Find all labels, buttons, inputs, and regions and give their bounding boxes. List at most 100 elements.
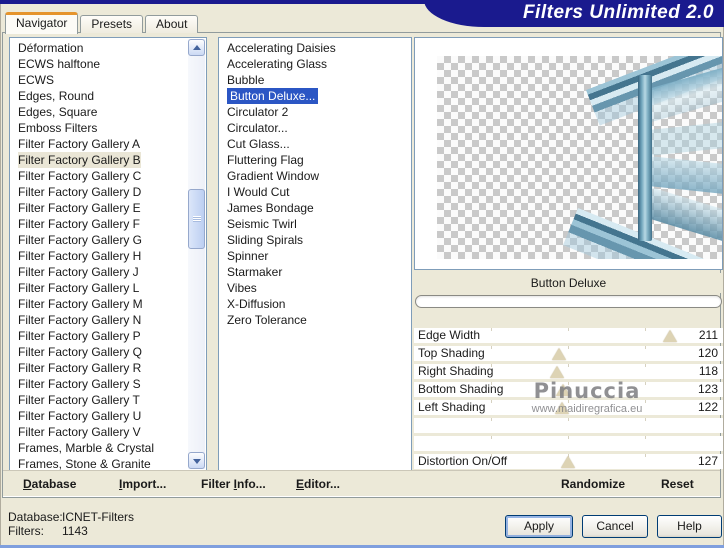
slider-edge-width[interactable]: Edge Width 211 [414,328,723,343]
randomize-button[interactable]: Randomize [561,477,625,491]
list-item[interactable]: Fluttering Flag [219,152,411,168]
slider-label: Distortion On/Off [418,454,508,468]
list-item[interactable]: Cut Glass... [219,136,411,152]
list-item[interactable]: Filter Factory Gallery C [10,168,188,184]
tab-about[interactable]: About [145,15,199,33]
list-item[interactable]: Filter Factory Gallery V [10,424,188,440]
slider-thumb[interactable] [662,330,677,342]
list-item[interactable]: Filter Factory Gallery H [10,248,188,264]
list-item[interactable]: Filter Factory Gallery G [10,232,188,248]
slider-label: Edge Width [418,328,481,342]
scroll-down-icon[interactable] [188,452,205,469]
app-title: Filters Unlimited 2.0 [522,2,714,23]
category-list: Déformation ECWS halftone ECWS Edges, Round… [9,37,207,471]
list-item[interactable]: Filter Factory Gallery U [10,408,188,424]
list-item[interactable]: Vibes [219,280,411,296]
list-item[interactable]: James Bondage [219,200,411,216]
list-item[interactable]: Filter Factory Gallery S [10,376,188,392]
slider-thumb[interactable] [549,366,564,378]
list-item[interactable]: Edges, Round [10,88,188,104]
editor-button[interactable]: Editor... [296,477,340,491]
preview-image-beam [651,122,722,156]
slider-thumb[interactable] [556,384,571,396]
list-item[interactable]: Starmaker [219,264,411,280]
database-button[interactable]: Database [23,477,76,491]
preview-panel [414,37,723,270]
list-item[interactable]: Circulator 2 [219,104,411,120]
list-item[interactable]: Frames, Marble & Crystal [10,440,188,456]
slider-bottom-shading[interactable]: Bottom Shading 123 [414,382,723,397]
list-item[interactable]: Bubble [219,72,411,88]
filters-unlimited-window: Filters Unlimited 2.0 Navigator Presets Ab… [0,0,724,548]
list-item[interactable]: Filter Factory Gallery E [10,200,188,216]
list-item[interactable]: Filter Factory Gallery R [10,360,188,376]
list-item[interactable]: Emboss Filters [10,120,188,136]
reset-button[interactable]: Reset [661,477,694,491]
list-item[interactable]: Filter Factory Gallery P [10,328,188,344]
slider-value: 118 [698,364,718,378]
help-button[interactable]: Help [657,515,722,538]
list-item[interactable]: Circulator... [219,120,411,136]
slider-thumb[interactable] [552,348,567,360]
list-item[interactable]: X-Diffusion [219,296,411,312]
slider-value: 122 [697,400,718,414]
slider-distortion-on-off[interactable]: Distortion On/Off 127 [414,454,723,469]
filter-info-button[interactable]: Filter Info... [201,477,266,491]
slider-label: Right Shading [418,364,494,378]
list-item[interactable]: Edges, Square [10,104,188,120]
filter-list-items: Accelerating Daisies Accelerating Glass Bu… [219,40,411,470]
progress-bar [415,295,722,308]
slider-right-shading[interactable]: Right Shading 118 [414,364,723,379]
slider-left-shading[interactable]: Left Shading 122 [414,400,723,415]
status-database-value: ICNET-Filters [62,510,134,524]
list-item[interactable]: Sliding Spirals [219,232,411,248]
scroll-up-icon[interactable] [188,39,205,56]
slider-label: Top Shading [418,346,485,360]
status-database-label: Database: [8,510,63,524]
slider-value: 127 [697,454,718,468]
list-item[interactable]: Filter Factory Gallery Q [10,344,188,360]
list-item[interactable]: Filter Factory Gallery B [10,152,188,168]
list-item[interactable]: Button Deluxe... [219,88,411,104]
category-list-items: Déformation ECWS halftone ECWS Edges, Round… [10,40,188,470]
slider-value: 211 [698,328,718,342]
tab-bar: Navigator Presets About [5,12,199,34]
preview-image-beam [651,156,722,194]
list-item[interactable]: Filter Factory Gallery M [10,296,188,312]
filter-list: Accelerating Daisies Accelerating Glass Bu… [218,37,412,471]
list-item[interactable]: Filter Factory Gallery A [10,136,188,152]
apply-button[interactable]: Apply [505,515,573,538]
list-item[interactable]: I Would Cut [219,184,411,200]
slider-top-shading[interactable]: Top Shading 120 [414,346,723,361]
list-item[interactable]: Filter Factory Gallery F [10,216,188,232]
list-item[interactable]: Filter Factory Gallery T [10,392,188,408]
transparency-checkerboard [437,56,722,259]
import-button[interactable]: Import... [119,477,166,491]
list-item[interactable]: Frames, Stone & Granite [10,456,188,470]
slider-empty-row [414,418,723,433]
tab-navigator[interactable]: Navigator [5,12,79,34]
status-filters-value: 1143 [62,524,88,538]
list-item[interactable]: Filter Factory Gallery L [10,280,188,296]
cancel-button[interactable]: Cancel [582,515,648,538]
list-item[interactable]: Filter Factory Gallery J [10,264,188,280]
list-item[interactable]: Accelerating Glass [219,56,411,72]
list-item[interactable]: Zero Tolerance [219,312,411,328]
slider-thumb[interactable] [560,456,575,468]
list-item[interactable]: Filter Factory Gallery D [10,184,188,200]
list-item[interactable]: Filter Factory Gallery N [10,312,188,328]
selected-filter-title: Button Deluxe [414,273,723,293]
category-scrollbar[interactable] [188,39,205,469]
slider-thumb[interactable] [554,402,569,414]
scrollbar-thumb[interactable] [188,189,205,249]
list-item[interactable]: Seismic Twirl [219,216,411,232]
list-item[interactable]: Déformation [10,40,188,56]
slider-label: Bottom Shading [418,382,504,396]
list-item[interactable]: Accelerating Daisies [219,40,411,56]
list-item[interactable]: ECWS [10,72,188,88]
list-item[interactable]: Gradient Window [219,168,411,184]
tab-presets[interactable]: Presets [80,15,144,33]
list-item[interactable]: ECWS halftone [10,56,188,72]
list-item[interactable]: Spinner [219,248,411,264]
slider-value: 120 [697,346,718,360]
